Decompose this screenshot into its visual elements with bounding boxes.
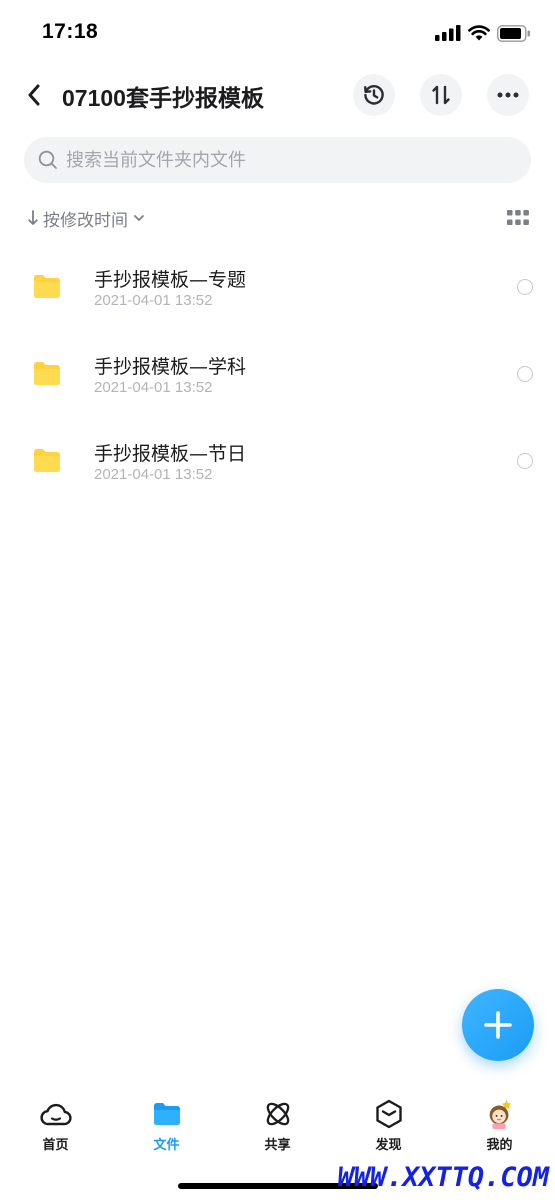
folder-icon <box>34 449 60 472</box>
plus-icon <box>484 1011 512 1039</box>
folder-icon <box>34 275 60 298</box>
tab-home[interactable]: 首页 <box>0 1092 111 1162</box>
arrow-down-icon <box>28 210 38 225</box>
file-list: 手抄报模板—专题 2021-04-01 13:52 手抄报模板—学科 2021-… <box>0 244 555 505</box>
tab-label: 共享 <box>264 1138 291 1153</box>
wifi-icon <box>468 25 490 41</box>
tab-label: 发现 <box>375 1138 402 1153</box>
more-button[interactable] <box>487 74 529 116</box>
sort-selector[interactable]: 按修改时间 <box>28 206 145 231</box>
tab-label: 首页 <box>42 1138 69 1153</box>
tab-bar: 首页 文件 共享 发现 我的 <box>0 1092 555 1162</box>
tab-files[interactable]: 文件 <box>111 1092 222 1162</box>
history-button[interactable] <box>353 74 395 116</box>
battery-icon <box>497 24 530 42</box>
more-icon <box>497 92 519 98</box>
add-button[interactable] <box>462 989 534 1061</box>
file-name: 手抄报模板—专题 <box>94 269 247 291</box>
watermark: WWW.XXTTQ.COM <box>337 1162 549 1193</box>
file-name: 手抄报模板—学科 <box>94 356 247 378</box>
status-icons <box>435 24 531 42</box>
tab-me[interactable]: 我的 <box>444 1092 555 1162</box>
list-item[interactable]: 手抄报模板—学科 2021-04-01 13:52 <box>0 331 555 418</box>
atom-icon <box>262 1098 294 1130</box>
grid-view-icon[interactable] <box>507 210 529 226</box>
chevron-left-icon <box>28 84 40 106</box>
back-button[interactable] <box>20 80 48 110</box>
file-date: 2021-04-01 13:52 <box>94 292 213 309</box>
list-item[interactable]: 手抄报模板—节日 2021-04-01 13:52 <box>0 418 555 505</box>
list-item[interactable]: 手抄报模板—专题 2021-04-01 13:52 <box>0 244 555 331</box>
file-date: 2021-04-01 13:52 <box>94 466 213 483</box>
transfer-button[interactable] <box>420 74 462 116</box>
tab-label: 我的 <box>486 1138 513 1153</box>
select-radio[interactable] <box>517 453 533 469</box>
tab-discover[interactable]: 发现 <box>333 1092 444 1162</box>
select-radio[interactable] <box>517 366 533 382</box>
search-input[interactable] <box>66 149 506 171</box>
file-name: 手抄报模板—节日 <box>94 443 247 465</box>
folder-icon <box>151 1098 183 1130</box>
chevron-down-icon <box>134 215 144 221</box>
status-time: 17:18 <box>42 20 99 43</box>
search-icon <box>38 150 57 169</box>
signal-icon <box>435 25 461 41</box>
tab-label: 文件 <box>153 1138 180 1153</box>
history-icon <box>364 85 384 105</box>
tab-share[interactable]: 共享 <box>222 1092 333 1162</box>
cloud-icon <box>39 1098 72 1130</box>
file-date: 2021-04-01 13:52 <box>94 379 213 396</box>
avatar <box>484 1098 516 1130</box>
page-title: 07100套手抄报模板 <box>62 85 264 111</box>
sort-label: 按修改时间 <box>43 210 128 231</box>
transfer-sort-icon <box>432 85 450 105</box>
folder-icon <box>34 362 60 385</box>
status-bar: 17:18 <box>0 0 555 66</box>
header: 07100套手抄报模板 <box>0 70 555 120</box>
search-bar[interactable] <box>24 137 531 183</box>
cube-icon <box>373 1098 405 1130</box>
select-radio[interactable] <box>517 279 533 295</box>
